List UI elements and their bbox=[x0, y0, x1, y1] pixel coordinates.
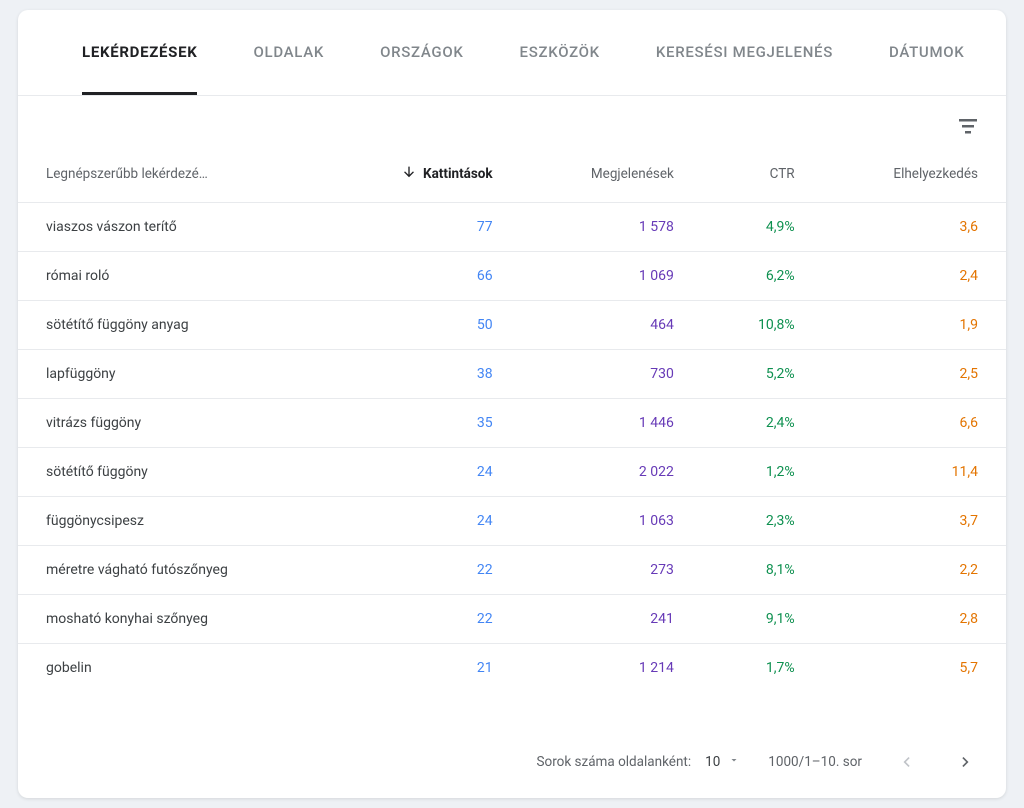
sort-arrow-down-icon bbox=[401, 164, 417, 184]
data-card: LEKÉRDEZÉSEK OLDALAK ORSZÁGOK ESZKÖZÖK K… bbox=[18, 10, 1006, 798]
cell-clicks: 22 bbox=[328, 595, 521, 644]
filter-icon[interactable] bbox=[956, 114, 980, 138]
cell-position: 3,6 bbox=[823, 203, 1006, 252]
cell-clicks: 77 bbox=[328, 203, 521, 252]
cell-ctr: 1,7% bbox=[702, 644, 823, 693]
table-row[interactable]: függönycsipesz241 0632,3%3,7 bbox=[18, 497, 1006, 546]
table-row[interactable]: sötétítő függöny anyag5046410,8%1,9 bbox=[18, 301, 1006, 350]
col-ctr[interactable]: CTR bbox=[702, 148, 823, 203]
rows-per-page-label: Sorok száma oldalanként: bbox=[536, 754, 691, 770]
filter-row bbox=[18, 96, 1006, 148]
cell-query: római roló bbox=[18, 252, 328, 301]
cell-query: méretre vágható futószőnyeg bbox=[18, 546, 328, 595]
cell-impressions: 730 bbox=[521, 350, 702, 399]
cell-ctr: 5,2% bbox=[702, 350, 823, 399]
cell-query: lapfüggöny bbox=[18, 350, 328, 399]
tab-countries[interactable]: ORSZÁGOK bbox=[380, 10, 463, 95]
cell-position: 2,5 bbox=[823, 350, 1006, 399]
cell-position: 11,4 bbox=[823, 448, 1006, 497]
cell-query: sötétítő függöny anyag bbox=[18, 301, 328, 350]
cell-ctr: 10,8% bbox=[702, 301, 823, 350]
tabs-bar: LEKÉRDEZÉSEK OLDALAK ORSZÁGOK ESZKÖZÖK K… bbox=[18, 10, 1006, 96]
cell-ctr: 2,3% bbox=[702, 497, 823, 546]
tab-queries[interactable]: LEKÉRDEZÉSEK bbox=[82, 10, 197, 95]
cell-clicks: 24 bbox=[328, 497, 521, 546]
tab-devices[interactable]: ESZKÖZÖK bbox=[520, 10, 600, 95]
col-clicks[interactable]: Kattintások bbox=[328, 148, 521, 203]
cell-ctr: 4,9% bbox=[702, 203, 823, 252]
table-row[interactable]: sötétítő függöny242 0221,2%11,4 bbox=[18, 448, 1006, 497]
rows-per-page-select[interactable]: 10 bbox=[705, 754, 740, 770]
cell-position: 5,7 bbox=[823, 644, 1006, 693]
cell-impressions: 1 578 bbox=[521, 203, 702, 252]
col-clicks-label: Kattintások bbox=[423, 166, 493, 182]
table-row[interactable]: lapfüggöny387305,2%2,5 bbox=[18, 350, 1006, 399]
queries-table: Legnépszerűbb lekérdezé… Kattintások Meg… bbox=[18, 148, 1006, 692]
cell-impressions: 1 069 bbox=[521, 252, 702, 301]
next-page-button[interactable] bbox=[950, 746, 982, 778]
cell-clicks: 22 bbox=[328, 546, 521, 595]
table-row[interactable]: méretre vágható futószőnyeg222738,1%2,2 bbox=[18, 546, 1006, 595]
cell-ctr: 9,1% bbox=[702, 595, 823, 644]
cell-impressions: 2 022 bbox=[521, 448, 702, 497]
col-impressions[interactable]: Megjelenések bbox=[521, 148, 702, 203]
cell-ctr: 8,1% bbox=[702, 546, 823, 595]
cell-impressions: 1 063 bbox=[521, 497, 702, 546]
chevron-down-icon bbox=[728, 754, 740, 770]
tab-search-appearance[interactable]: KERESÉSI MEGJELENÉS bbox=[656, 10, 833, 95]
tab-pages[interactable]: OLDALAK bbox=[253, 10, 324, 95]
cell-clicks: 50 bbox=[328, 301, 521, 350]
cell-query: viaszos vászon terítő bbox=[18, 203, 328, 252]
col-position[interactable]: Elhelyezkedés bbox=[823, 148, 1006, 203]
cell-position: 1,9 bbox=[823, 301, 1006, 350]
cell-impressions: 273 bbox=[521, 546, 702, 595]
cell-position: 2,4 bbox=[823, 252, 1006, 301]
cell-clicks: 35 bbox=[328, 399, 521, 448]
rows-per-page: Sorok száma oldalanként: 10 bbox=[536, 754, 740, 770]
tab-dates[interactable]: DÁTUMOK bbox=[889, 10, 964, 95]
table-row[interactable]: mosható konyhai szőnyeg222419,1%2,8 bbox=[18, 595, 1006, 644]
cell-impressions: 241 bbox=[521, 595, 702, 644]
pagination-range: 1000/1–10. sor bbox=[768, 754, 862, 770]
table-row[interactable]: vitrázs függöny351 4462,4%6,6 bbox=[18, 399, 1006, 448]
cell-impressions: 464 bbox=[521, 301, 702, 350]
table-footer: Sorok száma oldalanként: 10 1000/1–10. s… bbox=[18, 728, 1006, 798]
cell-position: 2,8 bbox=[823, 595, 1006, 644]
cell-ctr: 6,2% bbox=[702, 252, 823, 301]
table-row[interactable]: római roló661 0696,2%2,4 bbox=[18, 252, 1006, 301]
cell-query: mosható konyhai szőnyeg bbox=[18, 595, 328, 644]
rows-per-page-value: 10 bbox=[705, 754, 720, 770]
cell-position: 2,2 bbox=[823, 546, 1006, 595]
table-row[interactable]: viaszos vászon terítő771 5784,9%3,6 bbox=[18, 203, 1006, 252]
cell-ctr: 2,4% bbox=[702, 399, 823, 448]
cell-impressions: 1 446 bbox=[521, 399, 702, 448]
table-row[interactable]: gobelin211 2141,7%5,7 bbox=[18, 644, 1006, 693]
cell-impressions: 1 214 bbox=[521, 644, 702, 693]
col-query[interactable]: Legnépszerűbb lekérdezé… bbox=[18, 148, 328, 203]
cell-query: vitrázs függöny bbox=[18, 399, 328, 448]
cell-clicks: 21 bbox=[328, 644, 521, 693]
cell-position: 3,7 bbox=[823, 497, 1006, 546]
cell-clicks: 24 bbox=[328, 448, 521, 497]
cell-ctr: 1,2% bbox=[702, 448, 823, 497]
prev-page-button[interactable] bbox=[890, 746, 922, 778]
cell-clicks: 38 bbox=[328, 350, 521, 399]
cell-query: sötétítő függöny bbox=[18, 448, 328, 497]
cell-clicks: 66 bbox=[328, 252, 521, 301]
cell-query: függönycsipesz bbox=[18, 497, 328, 546]
cell-query: gobelin bbox=[18, 644, 328, 693]
cell-position: 6,6 bbox=[823, 399, 1006, 448]
